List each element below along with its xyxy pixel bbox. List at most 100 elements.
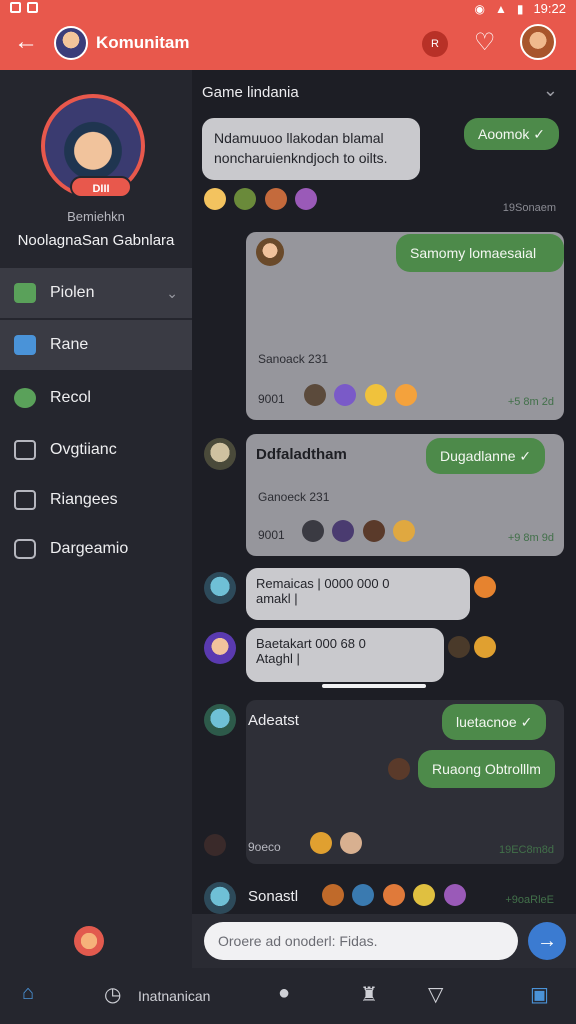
chip-button[interactable]: R [422,31,448,57]
reply-bubble: Samomy lomaesaial [396,234,564,272]
emoji-icon[interactable] [310,832,332,854]
message-input-bar: Oroere ad onoderl: Fidas. → [192,914,576,968]
message-input[interactable]: Oroere ad onoderl: Fidas. [204,922,518,960]
community-avatar[interactable] [54,26,88,60]
bottom-nav-label[interactable]: Inatnanican [138,988,210,1004]
emoji-icon[interactable] [204,834,226,856]
heart-icon[interactable]: ♡ [474,28,496,57]
card-number: 9oeco [248,840,281,854]
emoji-icon[interactable] [443,884,466,906]
emoji-icon[interactable] [234,188,257,210]
emoji-icon[interactable] [393,520,416,542]
sidebar-item-recol[interactable]: Recol [0,373,192,423]
home-icon[interactable]: ⌂ [22,982,34,1005]
info-icon[interactable]: ● [278,982,290,1005]
emoji-icon[interactable] [332,520,355,542]
sender-name: Adeatst [248,712,299,729]
card-number: 9001 [258,392,285,406]
app-title: Komunitam [96,33,190,52]
reaction-row [322,884,470,906]
sidebar-item-label: Rane [50,336,89,353]
sidebar-item-label: Recol [50,389,91,406]
sidebar-item-rane[interactable]: Rane [0,320,192,370]
sidebar-item-dargeamio[interactable]: Dargeamio [0,524,192,574]
emoji-icon[interactable] [340,832,363,854]
reply-bubble: Aoomok ✓ [464,118,559,150]
reply-bubble: luetacnoe ✓ [442,704,547,740]
status-bar: ◉ ▲ ▮ 19:22 [0,0,576,18]
square-green-icon [14,283,36,303]
emoji-icon[interactable] [388,758,410,780]
square-blue-icon [14,335,36,355]
reaction-row [204,188,321,210]
sidebar-item-riangees[interactable]: Riangees [0,475,192,525]
bottom-nav: ⌂ ◷ Inatnanican ● ♜ ▽ ▣ [0,968,576,1024]
profile-name: NoolagnaSan Gabnlara [17,232,175,249]
sidebar-item-label: Piolen [50,284,95,301]
sidebar-item-label: Dargeamio [50,540,129,557]
emoji-icon[interactable] [204,188,226,210]
sidebar-item-label: Ovgtiianc [50,441,117,458]
app-bar: ← Komunitam R ♡ [0,18,576,70]
card-number: 9001 [258,528,285,542]
sidebar-item-label: Riangees [50,491,118,508]
emoji-icon[interactable] [295,188,318,210]
sender-name: Ddfaladtham [256,446,347,463]
avatar [256,238,284,266]
emoji-icon[interactable] [413,884,436,906]
message-subtext: amakl | [256,591,298,606]
emoji-icon[interactable] [264,188,287,210]
avatar[interactable] [204,882,236,914]
friend-avatar[interactable] [74,926,104,956]
game-title: Game lindania [202,84,299,101]
avatar[interactable] [204,704,236,736]
message-bubble: Baetakart 000 68 0 Ataghl | [246,628,444,682]
emoji-icon[interactable] [382,884,405,906]
sidebar-item-piolen[interactable]: Piolen ⌄ [0,268,192,318]
clock-icon[interactable]: ◷ [104,982,121,1007]
sender-name: Sonastl [248,888,299,905]
avatar[interactable] [204,632,236,664]
message-text: Remaicas | 0000 000 0 [256,576,390,591]
avatar[interactable] [204,438,236,470]
avatar[interactable] [204,572,236,604]
emoji-icon[interactable] [304,384,326,406]
timestamp: 19EC8m8d [498,844,554,856]
reply-bubble: Dugadlanne ✓ [426,438,546,474]
emoji-icon[interactable] [395,384,418,406]
emoji-icon[interactable] [322,884,344,906]
signal-icon: ▲ [494,1,507,16]
profile-subtitle: Bemiehkn [67,209,125,224]
timestamp: +5 8m 2d [507,396,554,408]
image-icon[interactable]: ▣ [530,982,549,1007]
emoji-icon[interactable] [334,384,357,406]
message-card: Ddfaladtham Dugadlanne ✓ Ganoeck 231 900… [246,434,564,556]
emoji-icon[interactable] [448,636,470,658]
message-card: Adeatst luetacnoe ✓ Ruaong Obtrolllm 9oe… [204,700,564,864]
notification-icon [10,2,21,13]
emoji-icon[interactable] [352,884,375,906]
notification-icon [27,2,38,13]
emoji-icon[interactable] [362,520,385,542]
scroll-handle[interactable] [322,684,426,688]
chat-panel: Game lindania ⌄ Ndamuuoo llakodan blamal… [192,70,576,968]
chevron-down-icon[interactable]: ⌄ [543,80,558,101]
message-card: Samomy lomaesaial Sanoack 231 9001 +5 8m… [246,232,564,420]
emoji-icon[interactable] [474,636,496,658]
emoji-icon[interactable] [364,384,387,406]
arrow-right-icon: → [537,930,557,952]
user-avatar[interactable] [520,24,556,60]
camera-icon [14,539,36,559]
reaction-row [304,384,421,406]
emoji-icon[interactable] [302,520,324,542]
triangle-icon[interactable]: ▽ [428,982,443,1007]
status-icons-right: ◉ ▲ ▮ 19:22 [474,1,566,16]
sidebar-item-ovgtiianc[interactable]: Ovgtiianc [0,425,192,475]
card-subtitle: Ganoeck 231 [258,490,330,504]
status-icons-left [10,2,38,13]
trophy-icon[interactable]: ♜ [360,982,378,1007]
send-button[interactable]: → [528,922,566,960]
arrow-left-icon[interactable]: ← [14,28,38,56]
emoji-icon[interactable] [474,576,496,598]
timestamp: +9oaRleE [505,894,554,906]
